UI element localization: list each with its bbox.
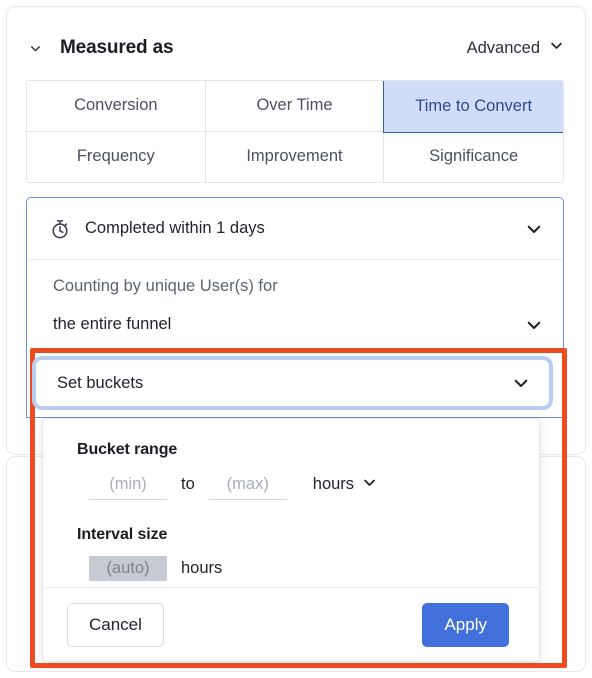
chevron-down-icon (512, 374, 530, 392)
chevron-down-icon (525, 316, 543, 334)
tab-significance[interactable]: Significance (384, 131, 563, 182)
tab-label: Frequency (76, 147, 155, 166)
interval-size-label: Interval size (77, 526, 168, 543)
page-title: Measured as (60, 37, 174, 58)
bucket-min-input[interactable] (89, 473, 167, 500)
interval-unit-label: hours (181, 559, 223, 577)
stopwatch-icon (49, 218, 71, 240)
cancel-button[interactable]: Cancel (67, 602, 164, 647)
tab-improvement[interactable]: Improvement (205, 131, 385, 182)
measurement-config-panel: Completed within 1 days Counting by uniq… (26, 197, 564, 346)
interval-size-row: hours (77, 556, 507, 581)
tab-label: Over Time (256, 96, 333, 115)
screen-root: Measured as Advanced Conversion Over Tim… (0, 0, 592, 678)
bucket-range-label: Bucket range (77, 441, 178, 458)
section-header: Measured as Advanced (26, 30, 564, 66)
chevron-down-icon[interactable] (26, 39, 44, 57)
bucket-range-unit-select[interactable]: hours (313, 475, 377, 495)
popover-footer: Cancel Apply (43, 587, 539, 661)
buckets-popover: Bucket range to hours Interval size hour… (42, 418, 540, 662)
measured-as-tab-grid: Conversion Over Time Time to Convert Fre… (26, 80, 564, 183)
completed-within-row[interactable]: Completed within 1 days (27, 198, 563, 260)
popover-body: Bucket range to hours Interval size hour… (43, 419, 539, 587)
funnel-scope-row[interactable]: the entire funnel (53, 315, 543, 334)
interval-size-input[interactable] (89, 556, 167, 581)
bucket-range-inputs: to hours (77, 473, 507, 500)
set-buckets-select[interactable]: Set buckets (36, 360, 549, 406)
apply-button[interactable]: Apply (422, 602, 509, 647)
bucket-max-input[interactable] (208, 473, 287, 500)
tab-frequency[interactable]: Frequency (27, 131, 206, 182)
counting-by-label: Counting by unique User(s) for (53, 277, 278, 295)
funnel-scope-label: the entire funnel (53, 315, 172, 333)
range-to-label: to (181, 475, 195, 493)
advanced-dropdown[interactable]: Advanced (467, 38, 564, 58)
tab-over-time[interactable]: Over Time (205, 81, 385, 132)
chevron-down-icon (362, 475, 377, 495)
tab-label: Improvement (246, 147, 343, 166)
chevron-down-icon (549, 38, 564, 58)
set-buckets-label: Set buckets (57, 373, 144, 392)
advanced-label: Advanced (466, 38, 540, 57)
counting-block: Counting by unique User(s) for the entir… (27, 260, 563, 334)
bucket-range-unit-label: hours (312, 475, 355, 493)
tab-label: Conversion (74, 96, 158, 115)
tab-label: Significance (429, 147, 519, 166)
tab-conversion[interactable]: Conversion (27, 81, 206, 132)
tab-label: Time to Convert (415, 96, 533, 115)
completed-within-label: Completed within 1 days (85, 219, 265, 237)
chevron-down-icon (525, 220, 543, 238)
tab-time-to-convert[interactable]: Time to Convert (383, 81, 563, 133)
